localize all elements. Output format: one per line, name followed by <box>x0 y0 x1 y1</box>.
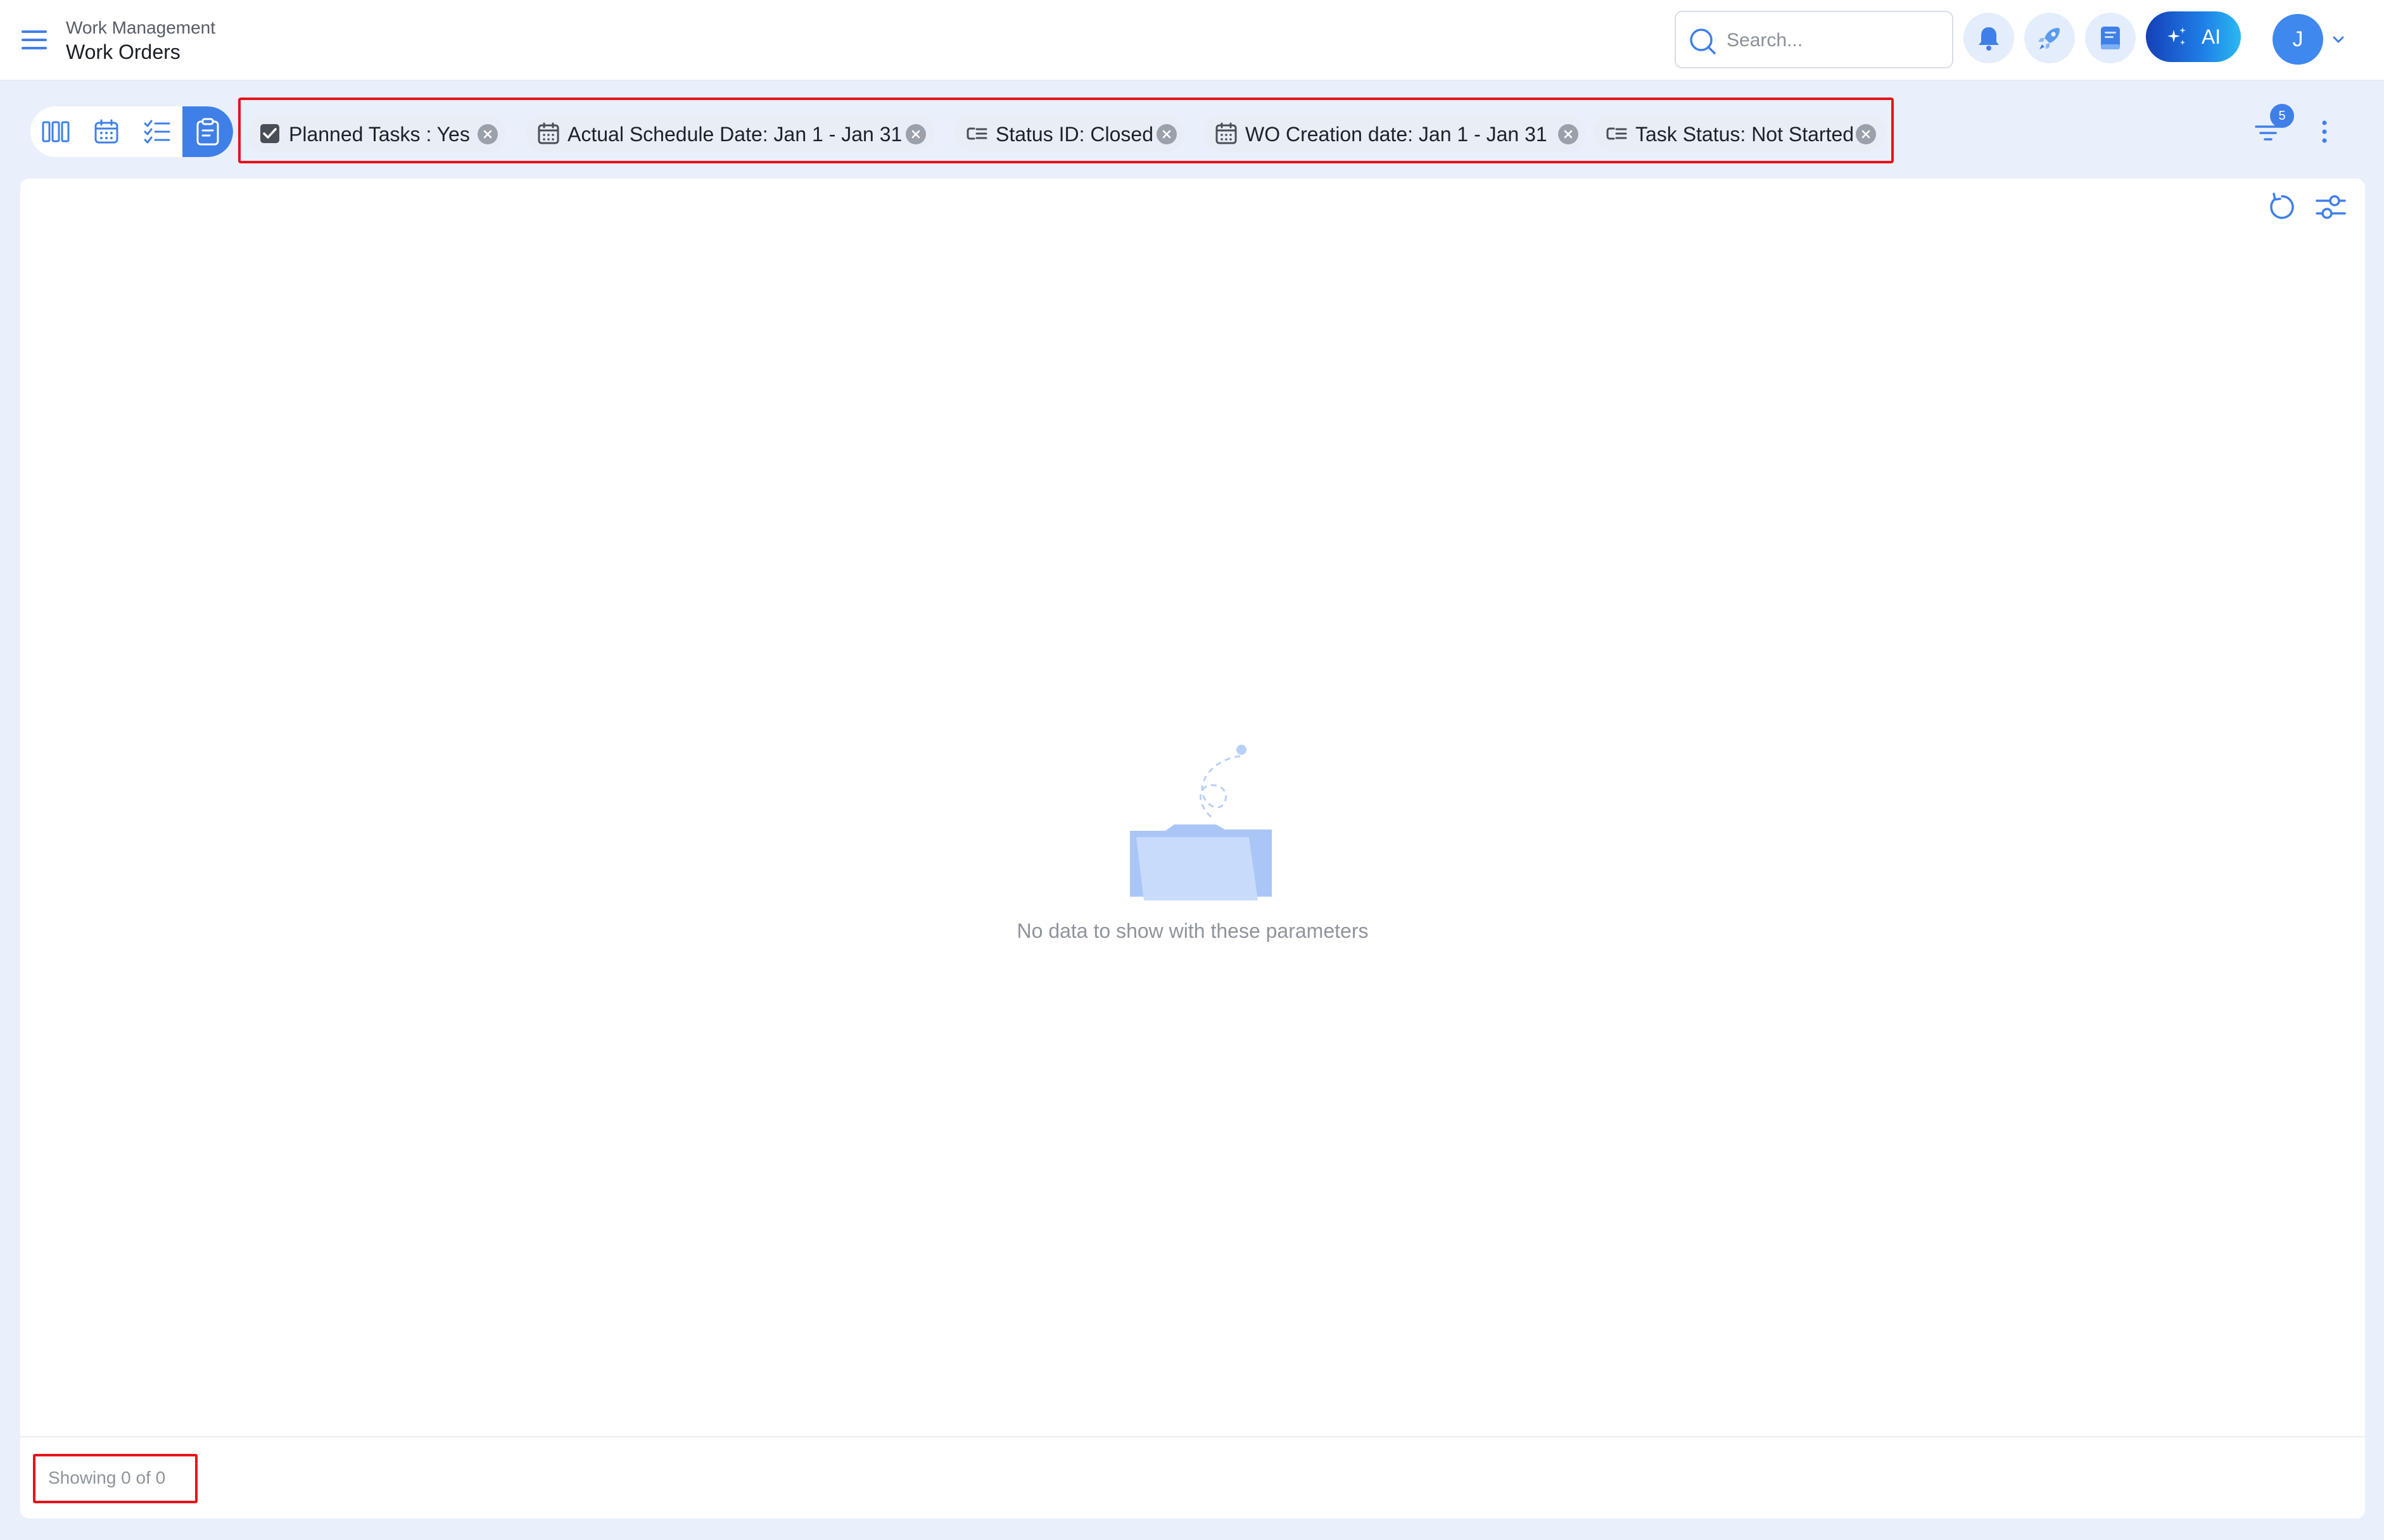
search-box[interactable] <box>1675 11 1953 68</box>
filter-chip-wo-creation-date[interactable]: WO Creation date: Jan 1 - Jan 31 <box>1203 115 1586 152</box>
search-input[interactable] <box>1727 23 1942 58</box>
remove-filter-icon[interactable] <box>906 124 926 144</box>
remove-filter-icon[interactable] <box>1558 124 1578 144</box>
launch-button[interactable] <box>2024 13 2075 63</box>
notes-button[interactable] <box>2085 13 2136 63</box>
calendar-view-button[interactable] <box>81 106 132 157</box>
calendar-icon <box>538 122 559 144</box>
breadcrumb-parent[interactable]: Work Management <box>66 18 215 38</box>
calendar-icon <box>1215 122 1237 144</box>
ai-assistant-button[interactable]: AI <box>2146 11 2241 62</box>
filter-count-badge: 5 <box>2270 104 2294 128</box>
filter-chip-planned-tasks[interactable]: Planned Tasks : Yes <box>247 115 505 152</box>
notifications-button[interactable] <box>1963 13 2014 63</box>
filter-chip-label: WO Creation date: Jan 1 - Jan 31 <box>1245 123 1547 146</box>
refresh-icon[interactable] <box>2266 191 2298 223</box>
empty-state-message: No data to show with these parameters <box>1017 919 1369 942</box>
checklist-icon <box>144 120 170 144</box>
column-settings-icon[interactable] <box>2314 191 2347 223</box>
footer-divider <box>20 1436 2365 1437</box>
remove-filter-icon[interactable] <box>478 124 498 144</box>
view-switcher <box>30 106 233 157</box>
search-icon <box>1690 28 1716 54</box>
hamburger-menu-icon[interactable] <box>22 29 48 51</box>
chevron-down-icon[interactable] <box>2331 33 2346 46</box>
filter-chip-task-status[interactable]: Task Status: Not Started <box>1594 115 1886 152</box>
work-orders-panel: No data to show with these parameters Sh… <box>20 179 2365 1518</box>
sparkle-icon <box>2167 27 2186 45</box>
clipboard-view-button[interactable] <box>182 106 233 157</box>
remove-filter-icon[interactable] <box>1157 124 1177 144</box>
filter-chip-label: Actual Schedule Date: Jan 1 - Jan 31 <box>567 123 903 146</box>
filter-chip-label: Task Status: Not Started <box>1635 123 1855 146</box>
filter-chip-label: Status ID: Closed <box>996 123 1153 146</box>
showing-count: Showing 0 of 0 <box>48 1468 166 1487</box>
ai-label: AI <box>2201 25 2221 48</box>
remove-filter-icon[interactable] <box>1856 124 1876 144</box>
more-options-icon[interactable] <box>2318 118 2331 146</box>
checkbox-icon <box>260 124 279 143</box>
board-view-button[interactable] <box>30 106 81 157</box>
rocket-icon <box>2038 28 2060 49</box>
list-filter-icon <box>1606 127 1627 140</box>
filter-chip-status-id[interactable]: Status ID: Closed <box>954 115 1184 152</box>
clipboard-icon <box>196 118 219 146</box>
checklist-view-button[interactable] <box>132 106 182 157</box>
active-filters-bar: Planned Tasks : Yes Actual Schedule Date… <box>238 98 1894 163</box>
calendar-icon <box>94 119 118 144</box>
filter-chip-actual-schedule-date[interactable]: Actual Schedule Date: Jan 1 - Jan 31 <box>526 115 935 152</box>
columns-icon <box>42 121 70 142</box>
bell-icon <box>1979 27 1999 51</box>
list-filter-icon <box>967 127 987 140</box>
top-header: Work Management Work Orders Search... AI… <box>0 0 2384 80</box>
filter-chip-label: Planned Tasks : Yes <box>289 123 470 146</box>
notebook-icon <box>2101 27 2120 49</box>
page-title: Work Orders <box>66 41 181 63</box>
user-avatar[interactable]: J <box>2273 14 2323 65</box>
